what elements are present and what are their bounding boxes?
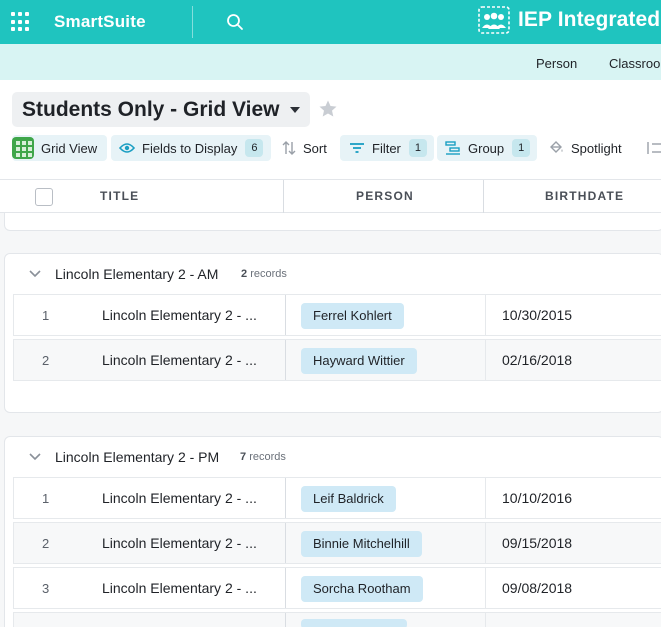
- cell-divider: [485, 568, 486, 608]
- spotlight-label: Spotlight: [571, 140, 622, 156]
- paint-bucket-icon: [550, 141, 563, 153]
- column-header-title[interactable]: TITLE: [100, 180, 139, 213]
- sort-label: Sort: [303, 140, 327, 156]
- chevron-down-icon[interactable]: [29, 453, 41, 461]
- group-name: Lincoln Elementary 2 - AM: [55, 266, 219, 282]
- search-icon[interactable]: [226, 13, 244, 31]
- cell-divider: [485, 295, 486, 335]
- cell-divider: [485, 478, 486, 518]
- fields-to-display-button[interactable]: Fields to Display 6: [111, 135, 271, 161]
- spotlight-button[interactable]: Spotlight: [548, 135, 632, 161]
- row-number: 2: [42, 353, 50, 368]
- group-label: Group: [468, 140, 505, 156]
- star-icon[interactable]: [318, 99, 338, 119]
- row-title[interactable]: Lincoln Elementary 2 - ...: [102, 580, 257, 596]
- grid-view-button[interactable]: Grid View: [12, 135, 107, 161]
- group-button[interactable]: Group 1: [437, 135, 537, 161]
- group-count-label: records: [250, 268, 287, 280]
- birthdate-cell[interactable]: 02/16/2018: [502, 352, 572, 368]
- subnav-item-classroom[interactable]: Classroo: [609, 56, 660, 71]
- view-title: Students Only - Grid View: [22, 97, 280, 121]
- filter-button[interactable]: Filter 1: [340, 135, 434, 161]
- cell-divider: [485, 340, 486, 380]
- subnav-item-person[interactable]: Person: [536, 56, 577, 71]
- person-chip[interactable]: Sorcha Rootham: [301, 576, 423, 602]
- column-divider[interactable]: [483, 180, 484, 213]
- fields-to-display-label: Fields to Display: [142, 140, 238, 156]
- group-card: Lincoln Elementary 2 - AM 2 records 1 Li…: [4, 253, 661, 413]
- apps-grid-icon[interactable]: [10, 11, 32, 33]
- brand-logo[interactable]: SmartSuite: [54, 12, 146, 32]
- cell-divider: [285, 340, 286, 380]
- person-chip[interactable]: Ferrel Kohlert: [301, 303, 404, 329]
- cell-divider: [485, 613, 486, 627]
- previous-group-end: [4, 213, 661, 231]
- filter-label: Filter: [372, 140, 401, 156]
- table-row[interactable]: 2 Lincoln Elementary 2 - ... Hayward Wit…: [13, 339, 661, 381]
- cell-divider: [285, 523, 286, 563]
- group-header[interactable]: Lincoln Elementary 2 - PM 7 records: [5, 437, 661, 477]
- row-title[interactable]: Lincoln Elementary 2 - ...: [102, 490, 257, 506]
- row-number: 2: [42, 536, 50, 551]
- row-number: 1: [42, 491, 50, 506]
- group-count-label: records: [249, 451, 286, 463]
- person-chip[interactable]: [301, 619, 407, 627]
- row-title[interactable]: Lincoln Elementary 2 - ...: [102, 307, 257, 323]
- group-header[interactable]: Lincoln Elementary 2 - AM 2 records: [5, 254, 661, 294]
- group-count-number: 2: [241, 268, 248, 280]
- group-card: Lincoln Elementary 2 - PM 7 records 1 Li…: [4, 436, 661, 627]
- cell-divider: [285, 478, 286, 518]
- birthdate-cell[interactable]: 09/08/2018: [502, 580, 572, 596]
- group-name: Lincoln Elementary 2 - PM: [55, 449, 220, 465]
- eye-icon: [119, 143, 135, 153]
- person-chip[interactable]: Hayward Wittier: [301, 348, 417, 374]
- workspace-header[interactable]: IEP Integrated: [478, 6, 660, 34]
- birthdate-cell[interactable]: 10/10/2016: [502, 490, 572, 506]
- row-height-icon[interactable]: [645, 140, 661, 156]
- group-record-count: 2 records: [241, 268, 287, 280]
- sub-nav: Person Classroo: [0, 44, 661, 80]
- cell-divider: [285, 295, 286, 335]
- cell-divider: [485, 523, 486, 563]
- chevron-down-icon[interactable]: [29, 270, 41, 278]
- grid-view-icon: [12, 137, 34, 159]
- birthdate-cell[interactable]: 09/15/2018: [502, 535, 572, 551]
- fields-count-badge: 6: [245, 139, 264, 157]
- group-count-badge: 1: [512, 139, 531, 157]
- sort-icon: [282, 141, 296, 155]
- cell-divider: [285, 613, 286, 627]
- cell-divider: [285, 568, 286, 608]
- column-header-person[interactable]: PERSON: [356, 180, 414, 213]
- grid-header: TITLE PERSON BIRTHDATE: [0, 179, 661, 213]
- topbar-divider: [192, 6, 193, 38]
- table-row[interactable]: 2 Lincoln Elementary 2 - ... Binnie Mitc…: [13, 522, 661, 564]
- person-chip[interactable]: Leif Baldrick: [301, 486, 396, 512]
- table-row[interactable]: 3 Lincoln Elementary 2 - ... Sorcha Root…: [13, 567, 661, 609]
- workspace-title: IEP Integrated: [518, 8, 661, 31]
- person-chip[interactable]: Binnie Mitchelhill: [301, 531, 422, 557]
- row-number: 3: [42, 581, 50, 596]
- table-row[interactable]: 1 Lincoln Elementary 2 - ... Ferrel Kohl…: [13, 294, 661, 336]
- column-divider[interactable]: [283, 180, 284, 213]
- group-count-number: 7: [240, 451, 247, 463]
- team-icon: [478, 6, 510, 34]
- row-number: 1: [42, 308, 50, 323]
- group-icon: [445, 141, 460, 155]
- grid-view-label: Grid View: [41, 140, 98, 156]
- sort-button[interactable]: Sort: [282, 135, 336, 161]
- table-row[interactable]: [13, 612, 661, 627]
- column-header-birthdate[interactable]: BIRTHDATE: [545, 180, 624, 213]
- caret-down-icon: [289, 106, 300, 113]
- view-selector[interactable]: Students Only - Grid View: [12, 92, 310, 127]
- birthdate-cell[interactable]: 10/30/2015: [502, 307, 572, 323]
- group-record-count: 7 records: [240, 451, 286, 463]
- view-toolbar: Grid View Fields to Display 6 Sort Filte…: [0, 135, 661, 161]
- select-all-checkbox[interactable]: [35, 188, 53, 206]
- row-title[interactable]: Lincoln Elementary 2 - ...: [102, 352, 257, 368]
- row-title[interactable]: Lincoln Elementary 2 - ...: [102, 535, 257, 551]
- table-row[interactable]: 1 Lincoln Elementary 2 - ... Leif Baldri…: [13, 477, 661, 519]
- filter-count-badge: 1: [408, 139, 427, 157]
- filter-icon: [350, 143, 364, 153]
